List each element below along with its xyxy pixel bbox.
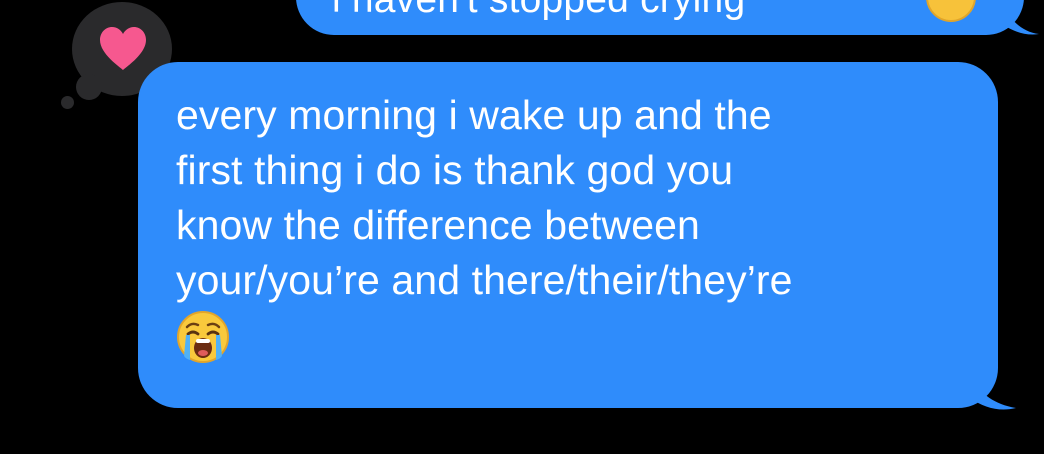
previous-message-text: i haven't stopped crying [332, 0, 745, 22]
message-line: know the difference between [176, 202, 700, 248]
message-bubble[interactable]: every morning i wake up and the first th… [138, 62, 998, 408]
tapback-dot-small [61, 96, 74, 109]
bubble-tail-icon [1005, 10, 1039, 35]
message-line: every morning i wake up and the [176, 92, 772, 138]
previous-message-bubble[interactable]: i haven't stopped crying [296, 0, 1024, 35]
grinning-sweat-emoji-icon [926, 0, 976, 22]
message-line: first thing i do is thank god you [176, 147, 734, 193]
loudly-crying-face-icon [177, 311, 229, 363]
message-line: your/you’re and there/their/they’re [176, 257, 793, 303]
tapback-dot-large [76, 74, 102, 100]
bubble-tail-icon [970, 378, 1016, 410]
heart-icon [100, 27, 146, 70]
